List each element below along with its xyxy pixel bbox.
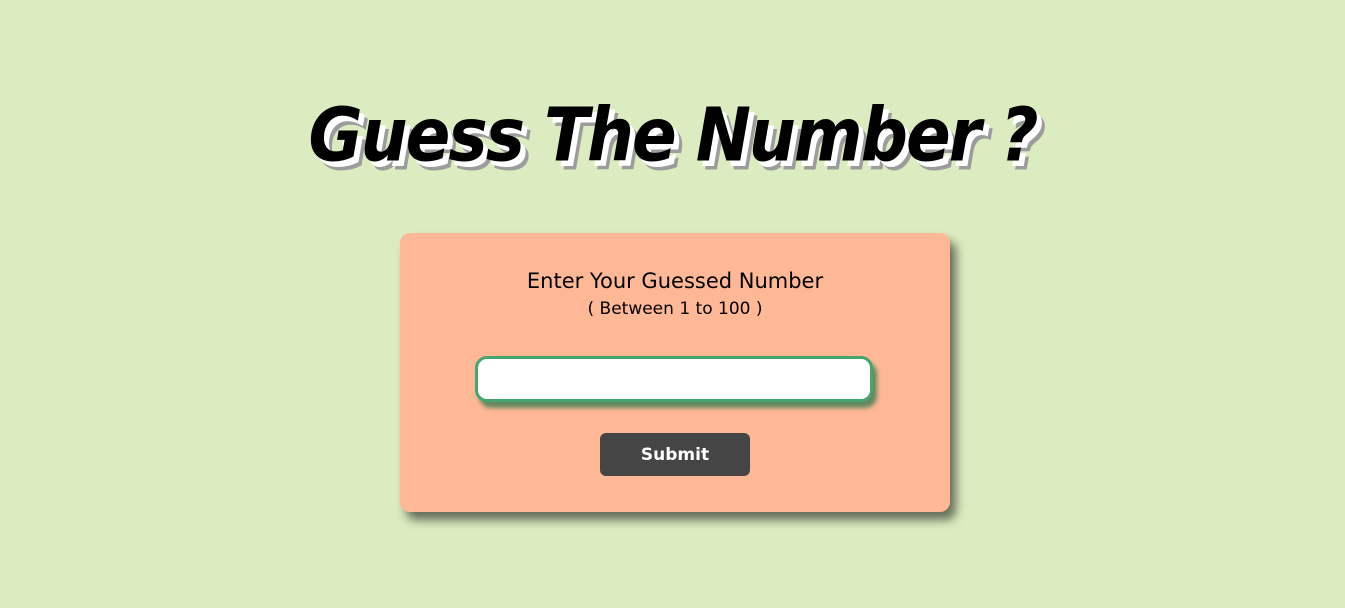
range-hint: ( Between 1 to 100 ) [587, 299, 763, 319]
page-title: Guess The Number ? [308, 92, 1038, 179]
guess-card: Enter Your Guessed Number ( Between 1 to… [400, 233, 950, 512]
guess-prompt: Enter Your Guessed Number [526, 269, 824, 293]
submit-button[interactable]: Submit [600, 433, 750, 476]
page: Guess The Number ? Enter Your Guessed Nu… [0, 0, 1345, 608]
guess-input[interactable] [475, 356, 873, 402]
